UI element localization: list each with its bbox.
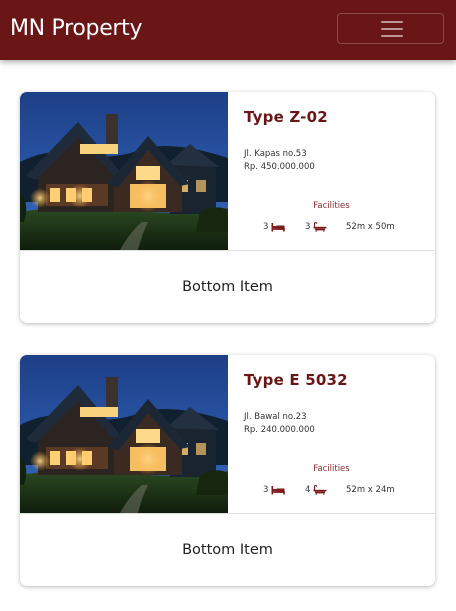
property-card[interactable]: Type Z-02 Jl. Kapas no.53 Rp. 450.000.00… xyxy=(20,92,435,323)
card-bottom-item[interactable]: Bottom Item xyxy=(20,251,435,323)
navbar: MN Property xyxy=(0,0,456,60)
property-type-title: Type E 5032 xyxy=(244,371,348,389)
brand-title[interactable]: MN Property xyxy=(10,13,143,45)
navbar-toggle-button[interactable] xyxy=(337,13,444,44)
bathtub-icon xyxy=(313,221,328,232)
hamburger-menu-icon xyxy=(381,20,403,38)
bathroom-count-value: 4 xyxy=(305,485,311,495)
property-price: Rp. 450.000.000 xyxy=(244,162,315,172)
facilities-row: 3 4 52m x 24m xyxy=(228,483,435,497)
property-card[interactable]: Type E 5032 Jl. Bawal no.23 Rp. 240.000.… xyxy=(20,355,435,586)
property-details: Type Z-02 Jl. Kapas no.53 Rp. 450.000.00… xyxy=(228,92,435,250)
facilities-row: 3 3 52m x 50m xyxy=(228,220,435,234)
bed-icon xyxy=(271,485,286,494)
bed-icon xyxy=(271,222,286,231)
property-address: Jl. Bawal no.23 xyxy=(244,412,307,422)
land-size: 52m x 50m xyxy=(346,222,395,232)
bathroom-count: 4 xyxy=(305,483,328,497)
property-photo xyxy=(20,92,228,250)
card-bottom-item[interactable]: Bottom Item xyxy=(20,514,435,586)
facilities-label: Facilities xyxy=(313,464,350,474)
property-card-header: Type Z-02 Jl. Kapas no.53 Rp. 450.000.00… xyxy=(20,92,435,250)
bathtub-icon xyxy=(313,484,328,495)
property-photo xyxy=(20,355,228,513)
bathroom-count-value: 3 xyxy=(305,222,311,232)
land-size: 52m x 24m xyxy=(346,485,395,495)
property-card-header: Type E 5032 Jl. Bawal no.23 Rp. 240.000.… xyxy=(20,355,435,513)
property-price: Rp. 240.000.000 xyxy=(244,425,315,435)
bedroom-count-value: 3 xyxy=(263,485,269,495)
bedroom-count-value: 3 xyxy=(263,222,269,232)
property-type-title: Type Z-02 xyxy=(244,108,328,126)
property-address: Jl. Kapas no.53 xyxy=(244,149,307,159)
bathroom-count: 3 xyxy=(305,220,328,234)
bedroom-count: 3 xyxy=(263,483,286,497)
property-details: Type E 5032 Jl. Bawal no.23 Rp. 240.000.… xyxy=(228,355,435,513)
bedroom-count: 3 xyxy=(263,220,286,234)
facilities-label: Facilities xyxy=(313,201,350,211)
